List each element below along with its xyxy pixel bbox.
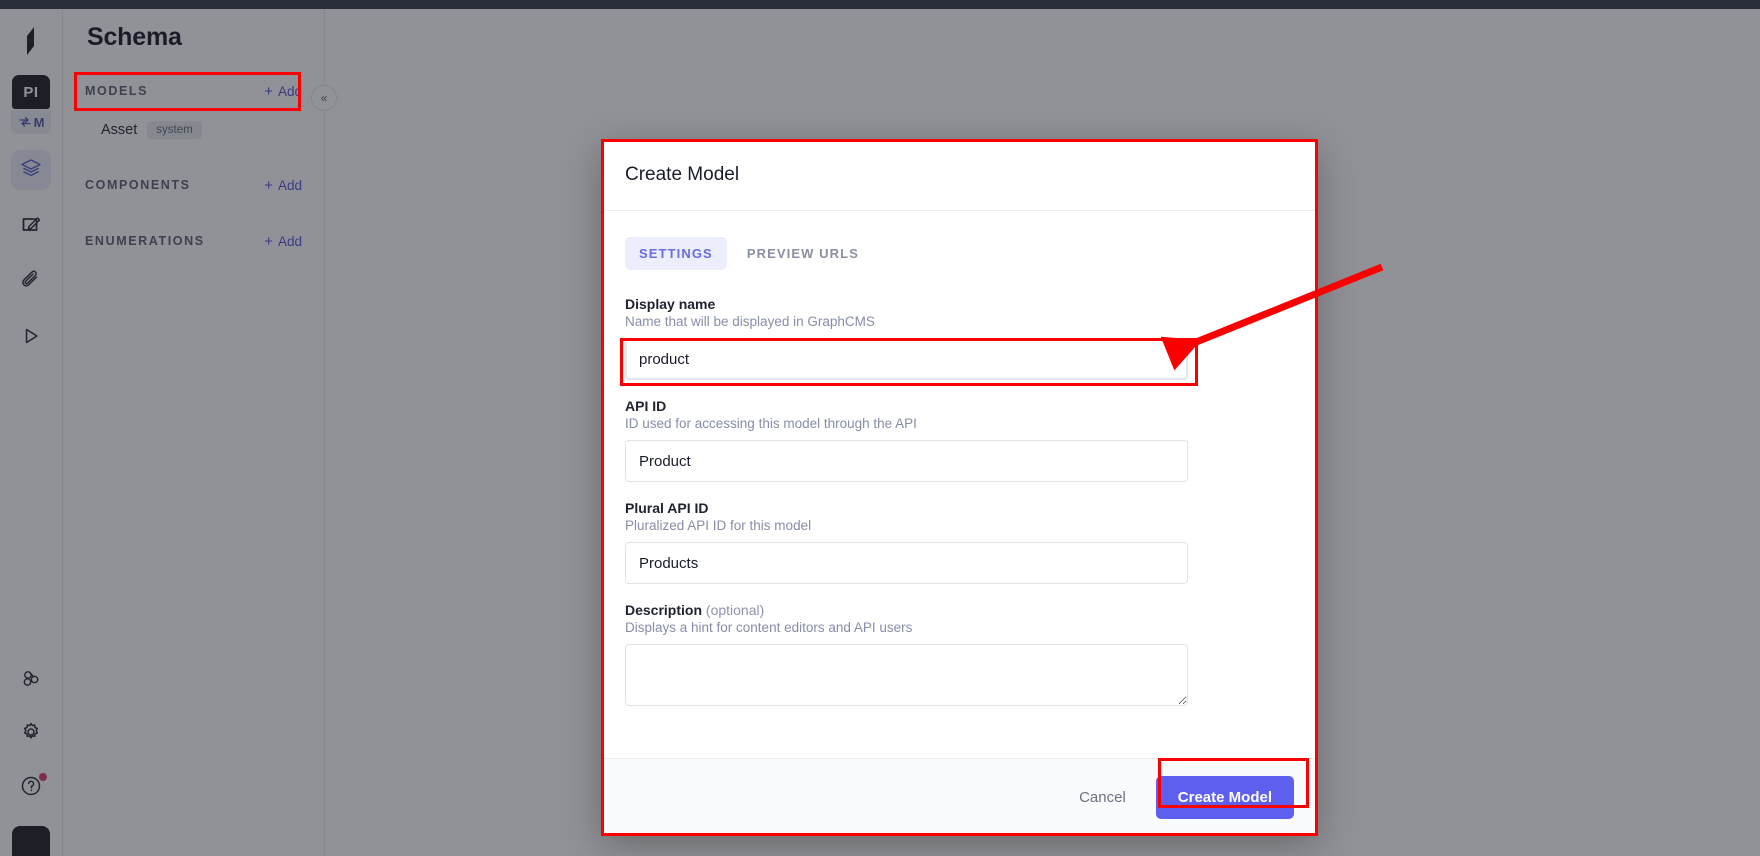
dialog-tabs: SETTINGS PREVIEW URLS xyxy=(625,237,1294,270)
dialog-footer: Cancel Create Model xyxy=(601,758,1318,836)
field-display-name: Display name Name that will be displayed… xyxy=(625,296,1294,380)
display-name-hint: Name that will be displayed in GraphCMS xyxy=(625,314,875,329)
description-textarea[interactable] xyxy=(625,644,1188,706)
plural-api-id-label: Plural API ID xyxy=(625,500,709,516)
display-name-input[interactable] xyxy=(625,338,1188,380)
description-label-text: Description xyxy=(625,602,703,618)
field-api-id: API ID ID used for accessing this model … xyxy=(625,398,1294,482)
create-model-button[interactable]: Create Model xyxy=(1155,776,1294,819)
app-root: PI M xyxy=(0,0,1760,856)
api-id-label: API ID xyxy=(625,398,667,414)
description-optional-tag: (optional) xyxy=(705,602,765,618)
description-hint: Displays a hint for content editors and … xyxy=(625,620,913,635)
display-name-label: Display name xyxy=(625,296,716,312)
plural-api-id-hint: Pluralized API ID for this model xyxy=(625,518,812,533)
dialog-header: Create Model xyxy=(601,139,1318,211)
tab-preview-urls[interactable]: PREVIEW URLS xyxy=(733,237,873,270)
api-id-hint: ID used for accessing this model through… xyxy=(625,416,917,431)
dialog-body: SETTINGS PREVIEW URLS Display name Name … xyxy=(601,211,1318,758)
plural-api-id-input[interactable] xyxy=(625,542,1188,584)
dialog-title: Create Model xyxy=(625,163,740,185)
cancel-button[interactable]: Cancel xyxy=(1067,779,1138,816)
api-id-input[interactable] xyxy=(625,440,1188,482)
description-label: Description (optional) xyxy=(625,602,1294,618)
tab-settings[interactable]: SETTINGS xyxy=(625,237,727,270)
field-plural-api-id: Plural API ID Pluralized API ID for this… xyxy=(625,500,1294,584)
create-model-dialog: Create Model SETTINGS PREVIEW URLS Displ… xyxy=(601,139,1318,836)
field-description: Description (optional) Displays a hint f… xyxy=(625,602,1294,711)
